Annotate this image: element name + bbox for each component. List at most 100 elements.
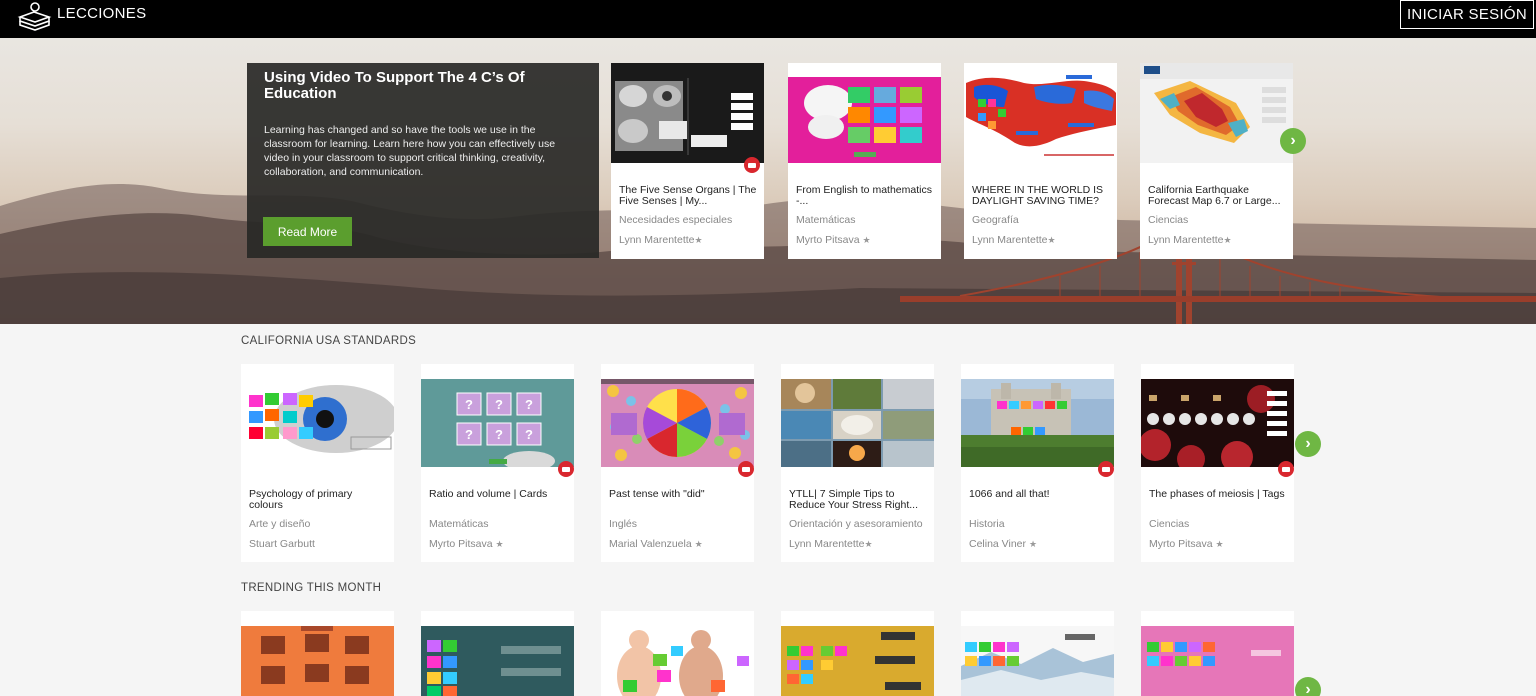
lesson-card[interactable]: ??? ??? Ratio and volume | Cards Matemát… — [421, 364, 574, 562]
lesson-card-title[interactable]: California Earthquake Forecast Map 6.7 o… — [1148, 185, 1288, 207]
lesson-card-title[interactable]: Past tense with "did" — [609, 489, 749, 511]
hero-background-image — [0, 184, 1536, 324]
svg-text:?: ? — [525, 397, 533, 412]
lesson-thumbnail — [1141, 379, 1294, 467]
featured-article-panel: Using Video To Support The 4 C’s Of Educ… — [247, 63, 599, 258]
lesson-thumbnail — [1141, 626, 1294, 696]
section-title-california: CALIFORNIA USA STANDARDS — [241, 335, 417, 347]
svg-text:?: ? — [525, 427, 533, 442]
lesson-thumbnail — [788, 63, 941, 163]
lesson-thumbnail — [611, 63, 764, 163]
chevron-right-icon: › — [1305, 435, 1311, 452]
lesson-card-title[interactable]: WHERE IN THE WORLD IS DAYLIGHT SAVING TI… — [972, 185, 1112, 207]
lesson-thumbnail — [241, 379, 394, 467]
author-name[interactable]: Lynn Marentette — [619, 234, 695, 246]
lesson-card[interactable] — [601, 611, 754, 696]
hero-next-arrow[interactable]: › — [1280, 128, 1306, 154]
lesson-card[interactable]: 1066 and all that! Historia Celina Viner… — [961, 364, 1114, 562]
lesson-card[interactable] — [781, 611, 934, 696]
lesson-card[interactable]: The Five Sense Organs | The Five Senses … — [611, 63, 764, 259]
login-button[interactable]: INICIAR SESIÓN — [1400, 0, 1534, 29]
lesson-card[interactable] — [961, 611, 1114, 696]
featured-article-title[interactable]: Using Video To Support The 4 C’s Of Educ… — [264, 70, 582, 102]
author-name[interactable]: Lynn Marentette — [789, 538, 865, 550]
star-icon: ★ — [1223, 235, 1232, 245]
star-icon: ★ — [862, 235, 871, 245]
star-icon: ★ — [694, 235, 703, 245]
author-name[interactable]: Lynn Marentette — [1148, 234, 1224, 246]
hero-banner: Using Video To Support The 4 C’s Of Educ… — [0, 38, 1536, 324]
lesson-card-title[interactable]: YTLL| 7 Simple Tips to Reduce Your Stres… — [789, 489, 929, 511]
lesson-card-subject: Matemáticas — [429, 518, 489, 530]
lesson-card[interactable] — [421, 611, 574, 696]
chevron-right-icon: › — [1290, 132, 1296, 149]
star-icon: ★ — [1047, 235, 1056, 245]
lesson-card-subject: Geografía — [972, 214, 1019, 226]
lesson-card-author: Marial Valenzuela ★ — [609, 538, 749, 550]
california-next-arrow[interactable]: › — [1295, 431, 1321, 457]
lesson-card-author: Celina Viner ★ — [969, 538, 1109, 550]
lesson-card-subject: Arte y diseño — [249, 518, 311, 530]
top-bar: LECCIONES INICIAR SESIÓN — [0, 0, 1536, 38]
lesson-thumbnail — [1140, 63, 1293, 163]
brand-label[interactable]: LECCIONES — [57, 5, 146, 22]
author-name[interactable]: Lynn Marentette — [972, 234, 1048, 246]
youtube-icon — [738, 461, 754, 477]
lesson-card-title[interactable]: Ratio and volume | Cards — [429, 489, 569, 511]
lesson-card-author: Lynn Marentette★ — [972, 234, 1112, 246]
lesson-card-title[interactable]: The phases of meiosis | Tags — [1149, 489, 1289, 511]
lesson-card-subject: Ciencias — [1148, 214, 1189, 226]
lesson-card-author: Myrto Pitsava ★ — [429, 538, 569, 550]
lesson-card[interactable]: Psychology of primary colours Arte y dis… — [241, 364, 394, 562]
trending-next-arrow[interactable]: › — [1295, 677, 1321, 696]
lesson-card-subject: Inglés — [609, 518, 638, 530]
svg-text:?: ? — [495, 427, 503, 442]
featured-article-text: Learning has changed and so have the too… — [264, 124, 556, 178]
read-more-button[interactable]: Read More — [263, 217, 352, 246]
author-name[interactable]: Myrto Pitsava — [796, 234, 860, 246]
svg-text:?: ? — [495, 397, 503, 412]
star-icon: ★ — [864, 539, 873, 549]
lesson-card-title[interactable]: From English to mathematics -... — [796, 185, 936, 207]
section-title-trending: TRENDING THIS MONTH — [241, 582, 382, 594]
author-name[interactable]: Marial Valenzuela — [609, 538, 692, 550]
lesson-card[interactable]: California Earthquake Forecast Map 6.7 o… — [1140, 63, 1293, 259]
youtube-icon — [744, 157, 760, 173]
lesson-thumbnail — [601, 626, 754, 696]
books-stack-icon[interactable] — [16, 1, 52, 33]
lesson-card[interactable]: Past tense with "did" Inglés Marial Vale… — [601, 364, 754, 562]
chevron-right-icon: › — [1305, 681, 1311, 696]
lesson-card[interactable]: The phases of meiosis | Tags Ciencias My… — [1141, 364, 1294, 562]
lesson-card-author: Myrto Pitsava ★ — [796, 234, 936, 246]
lesson-thumbnail — [421, 626, 574, 696]
author-name[interactable]: Myrto Pitsava — [429, 538, 493, 550]
lesson-card[interactable]: YTLL| 7 Simple Tips to Reduce Your Stres… — [781, 364, 934, 562]
lesson-card-subject: Orientación y asesoramiento — [789, 518, 923, 530]
lesson-thumbnail — [964, 63, 1117, 163]
star-icon: ★ — [1215, 539, 1224, 549]
lesson-thumbnail — [601, 379, 754, 467]
lesson-card-author: Lynn Marentette★ — [619, 234, 759, 246]
lesson-card-title[interactable]: 1066 and all that! — [969, 489, 1109, 511]
lesson-thumbnail — [781, 379, 934, 467]
lesson-thumbnail — [241, 626, 394, 696]
lesson-thumbnail: ??? ??? — [421, 379, 574, 467]
lesson-card-author: Lynn Marentette★ — [789, 538, 929, 550]
lesson-card[interactable] — [241, 611, 394, 696]
author-name[interactable]: Stuart Garbutt — [249, 538, 315, 550]
youtube-icon — [1098, 461, 1114, 477]
author-name[interactable]: Celina Viner — [969, 538, 1026, 550]
lesson-card-title[interactable]: The Five Sense Organs | The Five Senses … — [619, 185, 759, 207]
lesson-card-subject: Necesidades especiales — [619, 214, 733, 226]
lesson-card-subject: Historia — [969, 518, 1005, 530]
svg-text:?: ? — [465, 397, 473, 412]
author-name[interactable]: Myrto Pitsava — [1149, 538, 1213, 550]
svg-text:?: ? — [465, 427, 473, 442]
lesson-card[interactable] — [1141, 611, 1294, 696]
youtube-icon — [558, 461, 574, 477]
star-icon: ★ — [495, 539, 504, 549]
lesson-card[interactable]: WHERE IN THE WORLD IS DAYLIGHT SAVING TI… — [964, 63, 1117, 259]
lesson-card-title[interactable]: Psychology of primary colours — [249, 489, 389, 511]
lesson-card-subject: Ciencias — [1149, 518, 1190, 530]
lesson-card[interactable]: From English to mathematics -... Matemát… — [788, 63, 941, 259]
